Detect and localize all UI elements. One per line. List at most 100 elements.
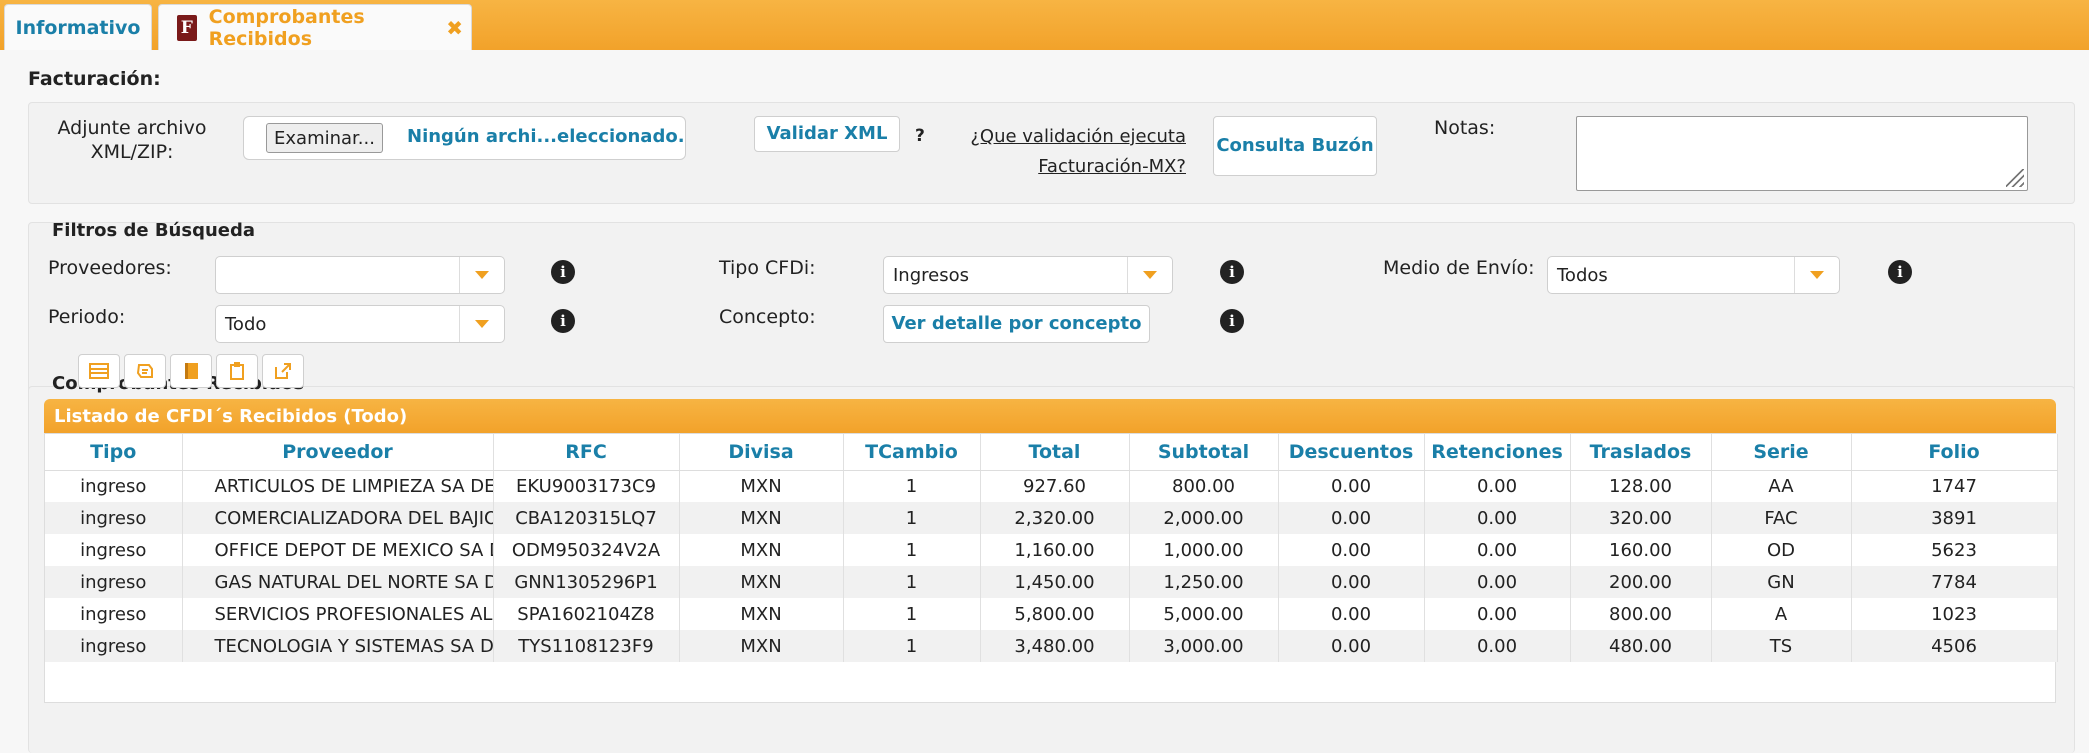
tipo-cfdi-value: Ingresos — [893, 264, 969, 286]
table-icon[interactable] — [78, 354, 120, 388]
col-rfc[interactable]: RFC — [493, 434, 680, 471]
tab-informativo-label: Informativo — [15, 16, 141, 39]
table-cell: ODM950324V2A — [493, 534, 680, 566]
table-cell: 1,250.00 — [1129, 566, 1279, 598]
table-cell: ingreso — [45, 470, 183, 502]
book-icon[interactable] — [170, 354, 212, 388]
table-cell: 200.00 — [1570, 566, 1712, 598]
chevron-down-icon[interactable] — [459, 257, 504, 293]
table-cell: MXN — [679, 566, 844, 598]
table-cell: 800.00 — [1129, 470, 1279, 502]
col-total[interactable]: Total — [980, 434, 1130, 471]
table-cell: MXN — [679, 630, 844, 662]
table-cell: AA — [1711, 470, 1852, 502]
table-cell: 3,480.00 — [980, 630, 1130, 662]
resize-handle-icon[interactable] — [2006, 169, 2024, 187]
table-row[interactable]: ingresoCOMERCIALIZADORA DEL BAJIO SA DE … — [45, 502, 2058, 534]
tab-informativo[interactable]: Informativo — [4, 4, 152, 50]
table-cell: 5,800.00 — [980, 598, 1130, 630]
periodo-select[interactable]: Todo — [215, 305, 505, 343]
table-row[interactable]: ingresoSERVICIOS PROFESIONALES ALFA SCSP… — [45, 598, 2058, 630]
table-cell: 0.00 — [1424, 502, 1571, 534]
table-cell: 0.00 — [1278, 598, 1425, 630]
table-cell: 5,000.00 — [1129, 598, 1279, 630]
table-cell: 4506 — [1851, 630, 2058, 662]
table-cell: 1747 — [1851, 470, 2058, 502]
table-cell: OD — [1711, 534, 1852, 566]
info-icon[interactable]: i — [551, 309, 575, 333]
table-cell: EKU9003173C9 — [493, 470, 680, 502]
close-tab-icon[interactable]: ✖ — [446, 16, 463, 40]
table-cell: A — [1711, 598, 1852, 630]
table-cell: 3891 — [1851, 502, 2058, 534]
table-cell: 0.00 — [1424, 566, 1571, 598]
table-row[interactable]: ingresoOFFICE DEPOT DE MEXICO SA DE CVOD… — [45, 534, 2058, 566]
table-cell: ingreso — [45, 598, 183, 630]
info-icon[interactable]: i — [1220, 260, 1244, 284]
col-tipo[interactable]: Tipo — [45, 434, 183, 471]
table-cell: SPA1602104Z8 — [493, 598, 680, 630]
export-icon[interactable] — [262, 354, 304, 388]
concepto-label: Concepto: — [719, 306, 816, 328]
info-icon[interactable]: i — [1888, 260, 1912, 284]
table-cell: 160.00 — [1570, 534, 1712, 566]
col-subtotal[interactable]: Subtotal — [1129, 434, 1279, 471]
validation-help-link[interactable]: ¿Que validación ejecuta Facturación-MX? — [890, 122, 1186, 182]
refresh-icon[interactable] — [124, 354, 166, 388]
ver-detalle-concepto-button[interactable]: Ver detalle por concepto — [883, 305, 1150, 343]
table-cell: 0.00 — [1424, 470, 1571, 502]
browse-button[interactable]: Examinar... — [266, 123, 383, 153]
table-cell: 1 — [843, 534, 981, 566]
clipboard-icon[interactable] — [216, 354, 258, 388]
table-cell: 1,160.00 — [980, 534, 1130, 566]
col-folio[interactable]: Folio — [1851, 434, 2058, 471]
col-retenciones[interactable]: Retenciones — [1424, 434, 1571, 471]
table-cell: ingreso — [45, 566, 183, 598]
tipo-cfdi-select[interactable]: Ingresos — [883, 256, 1173, 294]
table-cell: 927.60 — [980, 470, 1130, 502]
periodo-value: Todo — [225, 313, 267, 335]
table-row[interactable]: ingresoARTICULOS DE LIMPIEZA SA DE CVEKU… — [45, 470, 2058, 502]
table-row[interactable]: ingresoGAS NATURAL DEL NORTE SA DE CVGNN… — [45, 566, 2058, 598]
chevron-down-icon[interactable] — [459, 306, 504, 342]
col-serie[interactable]: Serie — [1711, 434, 1852, 471]
table-cell: 1 — [843, 470, 981, 502]
chevron-down-icon[interactable] — [1127, 257, 1172, 293]
col-tcambio[interactable]: TCambio — [843, 434, 981, 471]
grid-title: Listado de CFDI´s Recibidos (Todo) — [44, 399, 2056, 433]
tipo-cfdi-label: Tipo CFDi: — [719, 257, 816, 279]
consulta-buzon-button[interactable]: Consulta Buzón — [1213, 116, 1377, 176]
medio-envio-select[interactable]: Todos — [1547, 256, 1840, 294]
info-icon[interactable]: i — [551, 260, 575, 284]
chevron-down-icon[interactable] — [1794, 257, 1839, 293]
table-cell: 0.00 — [1278, 470, 1425, 502]
table-cell: ingreso — [45, 534, 183, 566]
medio-envio-value: Todos — [1557, 264, 1608, 286]
col-descuentos[interactable]: Descuentos — [1278, 434, 1425, 471]
tab-comprobantes-label: Comprobantes Recibidos — [208, 5, 365, 50]
table-cell: 128.00 — [1570, 470, 1712, 502]
info-icon[interactable]: i — [1220, 309, 1244, 333]
notes-textarea[interactable] — [1576, 116, 2028, 191]
validate-xml-button[interactable]: Validar XML — [754, 116, 900, 152]
proveedores-select[interactable] — [215, 256, 505, 294]
file-input[interactable]: Examinar... Ningún archi...eleccionado. — [243, 116, 686, 160]
table-cell: 0.00 — [1424, 534, 1571, 566]
col-proveedor[interactable]: Proveedor — [182, 434, 494, 471]
table-cell: SERVICIOS PROFESIONALES ALFA SC — [182, 598, 494, 630]
table-row[interactable]: ingresoTECNOLOGIA Y SISTEMAS SA DE CVTYS… — [45, 630, 2058, 662]
col-traslados[interactable]: Traslados — [1570, 434, 1712, 471]
table-cell: 5623 — [1851, 534, 2058, 566]
facturacion-logo-icon: F — [177, 14, 197, 41]
col-divisa[interactable]: Divisa — [679, 434, 844, 471]
table-cell: GNN1305296P1 — [493, 566, 680, 598]
table-cell: ingreso — [45, 630, 183, 662]
file-status: Ningún archi...eleccionado. — [407, 126, 685, 147]
table-cell: MXN — [679, 502, 844, 534]
table-cell: 7784 — [1851, 566, 2058, 598]
proveedores-label: Proveedores: — [48, 257, 172, 279]
table-cell: 800.00 — [1570, 598, 1712, 630]
table-cell: 0.00 — [1278, 630, 1425, 662]
table-cell: ARTICULOS DE LIMPIEZA SA DE CV — [182, 470, 494, 502]
tab-comprobantes-recibidos[interactable]: F Comprobantes Recibidos ✖ — [158, 4, 472, 50]
